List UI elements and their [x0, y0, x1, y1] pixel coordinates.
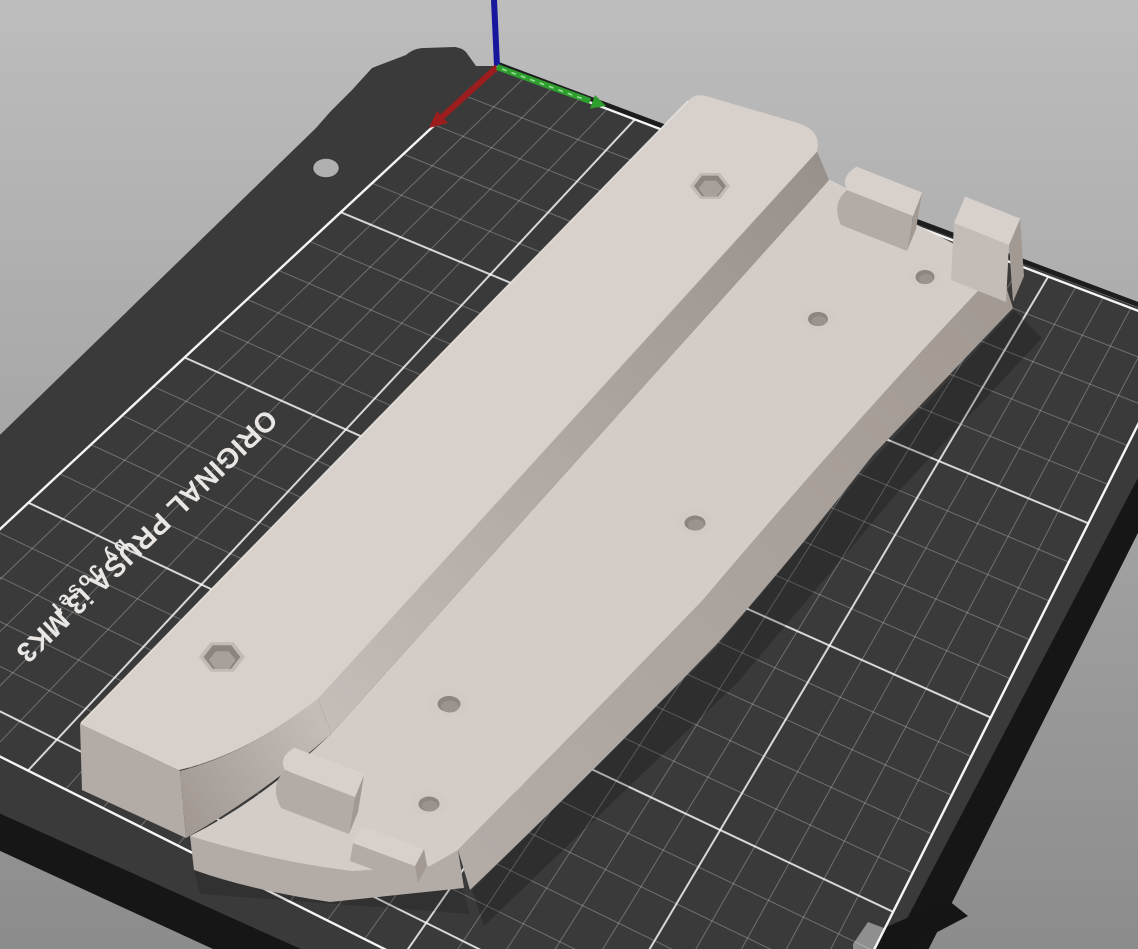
scene-canvas[interactable]: ORIGINAL PRUSA i3 MK3 by Josef [0, 0, 1138, 949]
countersunk-hole [411, 790, 447, 816]
z-axis-line [491, 0, 500, 67]
bed-mount-hole [312, 158, 340, 178]
slicer-3d-viewport[interactable]: ORIGINAL PRUSA i3 MK3 by Josef [0, 0, 1138, 949]
countersunk-hole [801, 306, 835, 330]
countersunk-hole [677, 509, 713, 535]
countersunk-hole [429, 689, 469, 717]
countersunk-hole [909, 264, 941, 288]
